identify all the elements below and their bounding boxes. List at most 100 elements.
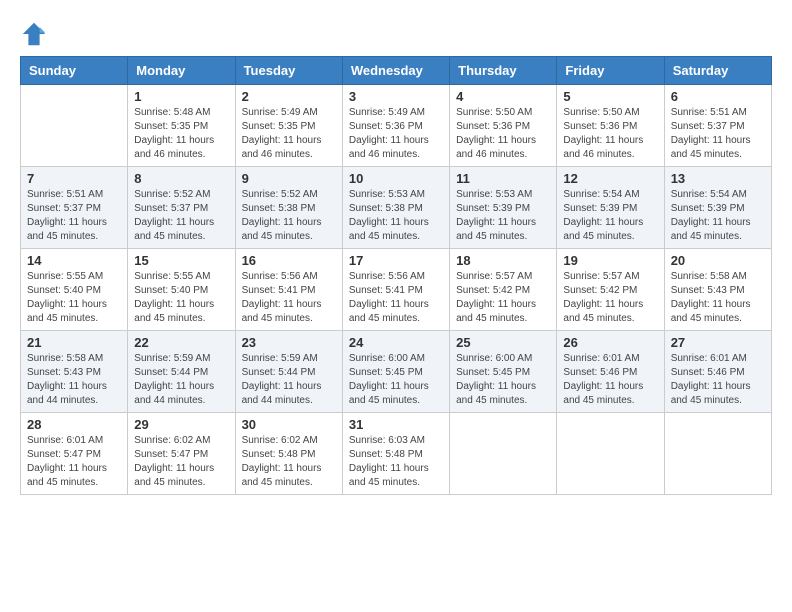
calendar-day-cell: 24 Sunrise: 6:00 AM Sunset: 5:45 PM Dayli… xyxy=(342,331,449,413)
day-number: 8 xyxy=(134,171,228,186)
day-number: 20 xyxy=(671,253,765,268)
day-info: Sunrise: 5:56 AM Sunset: 5:41 PM Dayligh… xyxy=(349,270,443,326)
calendar-day-cell xyxy=(557,413,664,495)
calendar-table: SundayMondayTuesdayWednesdayThursdayFrid… xyxy=(20,56,772,495)
day-number: 23 xyxy=(242,335,336,350)
calendar-day-cell: 19 Sunrise: 5:57 AM Sunset: 5:42 PM Dayli… xyxy=(557,249,664,331)
day-info: Sunrise: 5:54 AM Sunset: 5:39 PM Dayligh… xyxy=(671,188,765,244)
calendar-day-cell xyxy=(664,413,771,495)
calendar-week-row: 28Sunrise: 6:01 AM Sunset: 5:47 PM Dayli… xyxy=(21,413,772,495)
calendar-day-cell: 3 Sunrise: 5:49 AM Sunset: 5:36 PM Daylig… xyxy=(342,85,449,167)
day-number: 12 xyxy=(563,171,657,186)
day-number: 24 xyxy=(349,335,443,350)
calendar-day-cell: 17Sunrise: 5:56 AM Sunset: 5:41 PM Dayli… xyxy=(342,249,449,331)
day-number: 15 xyxy=(134,253,228,268)
weekday-header: Friday xyxy=(557,57,664,85)
calendar-body: 1 Sunrise: 5:48 AM Sunset: 5:35 PM Daylig… xyxy=(21,85,772,495)
day-info: Sunrise: 5:49 AM Sunset: 5:36 PM Dayligh… xyxy=(349,106,443,162)
calendar-day-cell xyxy=(21,85,128,167)
calendar-day-cell: 30 Sunrise: 6:02 AM Sunset: 5:48 PM Dayli… xyxy=(235,413,342,495)
day-info: Sunrise: 5:48 AM Sunset: 5:35 PM Dayligh… xyxy=(134,106,228,162)
day-info: Sunrise: 5:50 AM Sunset: 5:36 PM Dayligh… xyxy=(563,106,657,162)
calendar-day-cell: 15 Sunrise: 5:55 AM Sunset: 5:40 PM Dayli… xyxy=(128,249,235,331)
day-info: Sunrise: 5:51 AM Sunset: 5:37 PM Dayligh… xyxy=(671,106,765,162)
day-info: Sunrise: 5:53 AM Sunset: 5:39 PM Dayligh… xyxy=(456,188,550,244)
calendar-week-row: 14 Sunrise: 5:55 AM Sunset: 5:40 PM Dayli… xyxy=(21,249,772,331)
calendar-day-cell: 29 Sunrise: 6:02 AM Sunset: 5:47 PM Dayli… xyxy=(128,413,235,495)
day-info: Sunrise: 5:53 AM Sunset: 5:38 PM Dayligh… xyxy=(349,188,443,244)
day-number: 18 xyxy=(456,253,550,268)
calendar-day-cell: 27 Sunrise: 6:01 AM Sunset: 5:46 PM Dayli… xyxy=(664,331,771,413)
calendar-day-cell: 1 Sunrise: 5:48 AM Sunset: 5:35 PM Daylig… xyxy=(128,85,235,167)
day-info: Sunrise: 5:58 AM Sunset: 5:43 PM Dayligh… xyxy=(671,270,765,326)
day-info: Sunrise: 5:56 AM Sunset: 5:41 PM Dayligh… xyxy=(242,270,336,326)
day-info: Sunrise: 6:01 AM Sunset: 5:46 PM Dayligh… xyxy=(671,352,765,408)
calendar-day-cell: 7 Sunrise: 5:51 AM Sunset: 5:37 PM Daylig… xyxy=(21,167,128,249)
calendar-week-row: 1 Sunrise: 5:48 AM Sunset: 5:35 PM Daylig… xyxy=(21,85,772,167)
day-info: Sunrise: 5:52 AM Sunset: 5:38 PM Dayligh… xyxy=(242,188,336,244)
calendar-week-row: 7 Sunrise: 5:51 AM Sunset: 5:37 PM Daylig… xyxy=(21,167,772,249)
day-info: Sunrise: 5:50 AM Sunset: 5:36 PM Dayligh… xyxy=(456,106,550,162)
calendar-day-cell: 26Sunrise: 6:01 AM Sunset: 5:46 PM Dayli… xyxy=(557,331,664,413)
day-number: 22 xyxy=(134,335,228,350)
day-number: 7 xyxy=(27,171,121,186)
day-number: 16 xyxy=(242,253,336,268)
weekday-header: Wednesday xyxy=(342,57,449,85)
day-info: Sunrise: 6:00 AM Sunset: 5:45 PM Dayligh… xyxy=(349,352,443,408)
header-row: SundayMondayTuesdayWednesdayThursdayFrid… xyxy=(21,57,772,85)
day-info: Sunrise: 6:03 AM Sunset: 5:48 PM Dayligh… xyxy=(349,434,443,490)
day-number: 19 xyxy=(563,253,657,268)
calendar-week-row: 21Sunrise: 5:58 AM Sunset: 5:43 PM Dayli… xyxy=(21,331,772,413)
day-number: 26 xyxy=(563,335,657,350)
day-number: 31 xyxy=(349,417,443,432)
page-header xyxy=(20,20,772,48)
calendar-day-cell: 23 Sunrise: 5:59 AM Sunset: 5:44 PM Dayli… xyxy=(235,331,342,413)
day-info: Sunrise: 6:02 AM Sunset: 5:48 PM Dayligh… xyxy=(242,434,336,490)
day-number: 10 xyxy=(349,171,443,186)
day-info: Sunrise: 5:57 AM Sunset: 5:42 PM Dayligh… xyxy=(563,270,657,326)
calendar-day-cell: 20 Sunrise: 5:58 AM Sunset: 5:43 PM Dayli… xyxy=(664,249,771,331)
calendar-day-cell: 12Sunrise: 5:54 AM Sunset: 5:39 PM Dayli… xyxy=(557,167,664,249)
calendar-day-cell: 18 Sunrise: 5:57 AM Sunset: 5:42 PM Dayli… xyxy=(450,249,557,331)
calendar-day-cell: 25Sunrise: 6:00 AM Sunset: 5:45 PM Dayli… xyxy=(450,331,557,413)
day-number: 3 xyxy=(349,89,443,104)
day-number: 6 xyxy=(671,89,765,104)
day-number: 21 xyxy=(27,335,121,350)
day-info: Sunrise: 5:55 AM Sunset: 5:40 PM Dayligh… xyxy=(27,270,121,326)
calendar-day-cell: 16 Sunrise: 5:56 AM Sunset: 5:41 PM Dayli… xyxy=(235,249,342,331)
weekday-header: Monday xyxy=(128,57,235,85)
day-number: 1 xyxy=(134,89,228,104)
day-number: 29 xyxy=(134,417,228,432)
day-info: Sunrise: 6:02 AM Sunset: 5:47 PM Dayligh… xyxy=(134,434,228,490)
weekday-header: Thursday xyxy=(450,57,557,85)
day-number: 9 xyxy=(242,171,336,186)
day-number: 13 xyxy=(671,171,765,186)
weekday-header: Saturday xyxy=(664,57,771,85)
calendar-day-cell: 6 Sunrise: 5:51 AM Sunset: 5:37 PM Daylig… xyxy=(664,85,771,167)
calendar-day-cell: 13 Sunrise: 5:54 AM Sunset: 5:39 PM Dayli… xyxy=(664,167,771,249)
calendar-header: SundayMondayTuesdayWednesdayThursdayFrid… xyxy=(21,57,772,85)
day-number: 27 xyxy=(671,335,765,350)
calendar-day-cell: 28Sunrise: 6:01 AM Sunset: 5:47 PM Dayli… xyxy=(21,413,128,495)
day-info: Sunrise: 5:52 AM Sunset: 5:37 PM Dayligh… xyxy=(134,188,228,244)
day-number: 5 xyxy=(563,89,657,104)
day-info: Sunrise: 6:00 AM Sunset: 5:45 PM Dayligh… xyxy=(456,352,550,408)
day-info: Sunrise: 5:59 AM Sunset: 5:44 PM Dayligh… xyxy=(134,352,228,408)
calendar-day-cell: 21Sunrise: 5:58 AM Sunset: 5:43 PM Dayli… xyxy=(21,331,128,413)
day-number: 2 xyxy=(242,89,336,104)
calendar-day-cell: 8 Sunrise: 5:52 AM Sunset: 5:37 PM Daylig… xyxy=(128,167,235,249)
day-number: 4 xyxy=(456,89,550,104)
day-number: 30 xyxy=(242,417,336,432)
calendar-day-cell: 22 Sunrise: 5:59 AM Sunset: 5:44 PM Dayli… xyxy=(128,331,235,413)
calendar-day-cell: 2Sunrise: 5:49 AM Sunset: 5:35 PM Daylig… xyxy=(235,85,342,167)
weekday-header: Tuesday xyxy=(235,57,342,85)
day-number: 11 xyxy=(456,171,550,186)
day-info: Sunrise: 5:59 AM Sunset: 5:44 PM Dayligh… xyxy=(242,352,336,408)
day-number: 14 xyxy=(27,253,121,268)
calendar-day-cell: 9 Sunrise: 5:52 AM Sunset: 5:38 PM Daylig… xyxy=(235,167,342,249)
calendar-day-cell: 11 Sunrise: 5:53 AM Sunset: 5:39 PM Dayli… xyxy=(450,167,557,249)
day-info: Sunrise: 5:51 AM Sunset: 5:37 PM Dayligh… xyxy=(27,188,121,244)
calendar-day-cell: 31 Sunrise: 6:03 AM Sunset: 5:48 PM Dayli… xyxy=(342,413,449,495)
day-info: Sunrise: 5:57 AM Sunset: 5:42 PM Dayligh… xyxy=(456,270,550,326)
day-info: Sunrise: 5:55 AM Sunset: 5:40 PM Dayligh… xyxy=(134,270,228,326)
